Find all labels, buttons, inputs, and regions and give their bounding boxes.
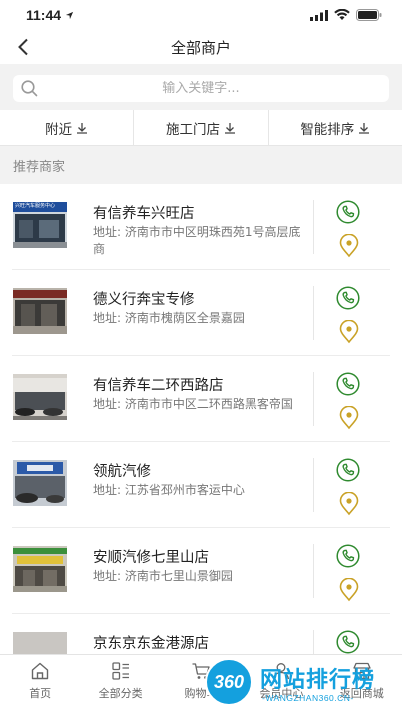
shop-row[interactable]: 领航汽修 地址: 江苏省邳州市客运中心 (0, 442, 402, 528)
filter-nearby[interactable]: 附近 (0, 110, 135, 145)
shop-name: 德义行奔宝专修 (93, 292, 195, 308)
shop-address: 地址: 济南市槐荫区全景嘉园 (93, 311, 245, 325)
search-icon (21, 80, 38, 97)
page-title: 全部商户 (170, 38, 231, 57)
location-pin-icon[interactable] (338, 234, 360, 258)
divider (313, 200, 314, 254)
phone-icon[interactable] (336, 544, 360, 568)
tab-home[interactable]: 首页 (0, 655, 80, 716)
location-pin-icon[interactable] (338, 578, 360, 602)
arrow-down-icon (224, 122, 235, 134)
shop-row[interactable]: 安顺汽修七里山店 地址: 济南市七里山景御园 (0, 528, 402, 614)
tab-label: 首页 (29, 687, 52, 700)
shop-name: 有信养车兴旺店 (93, 206, 195, 222)
divider (313, 286, 314, 340)
status-indicators (310, 9, 382, 21)
shop-name: 领航汽修 (93, 464, 151, 480)
phone-icon[interactable] (336, 200, 360, 224)
wifi-icon (334, 9, 350, 20)
search-input[interactable] (13, 81, 389, 96)
phone-icon[interactable] (336, 286, 360, 310)
filter-bar: 附近 施工门店 智能排序 (0, 110, 402, 146)
arrow-down-icon (77, 122, 88, 134)
watermark-title: 网站排行榜 (260, 668, 376, 693)
location-pin-icon[interactable] (338, 492, 360, 516)
chevron-left-icon (18, 38, 28, 56)
shop-name: 安顺汽修七里山店 (93, 550, 209, 566)
shop-name: 有信养车二环西路店 (93, 378, 224, 394)
signal-icon (310, 9, 328, 21)
shop-name: 京东京东金港源店 (93, 636, 209, 652)
tab-all-categories[interactable]: 全部分类 (80, 655, 160, 716)
shop-address: 地址: 江苏省邳州市客运中心 (93, 483, 245, 497)
phone-icon[interactable] (336, 372, 360, 396)
status-time: 11:44 (26, 7, 74, 23)
status-bar: 11:44 (0, 0, 402, 30)
shop-photo (13, 374, 67, 420)
shop-photo (13, 288, 67, 334)
shop-row[interactable]: 兴旺汽车服务中心 有信养车兴旺店 地址: 济南市市中区明珠西苑1号高层底商 (0, 184, 402, 270)
filter-service-store[interactable]: 施工门店 (134, 110, 269, 145)
divider (313, 544, 314, 598)
shop-row[interactable]: 有信养车二环西路店 地址: 济南市市中区二环西路黑客帝国 (0, 356, 402, 442)
shop-address: 地址: 济南市市中区二环西路黑客帝国 (93, 397, 293, 411)
shop-address: 地址: 济南市七里山景御园 (93, 569, 233, 583)
phone-icon[interactable] (336, 458, 360, 482)
divider (313, 458, 314, 512)
home-icon (31, 662, 49, 680)
nav-bar: 全部商户 (0, 30, 402, 64)
phone-icon[interactable] (336, 630, 360, 654)
category-icon (111, 662, 129, 680)
shop-row[interactable]: 德义行奔宝专修 地址: 济南市槐荫区全景嘉园 (0, 270, 402, 356)
watermark-badge: 360 (205, 658, 253, 706)
tab-label: 全部分类 (98, 687, 143, 700)
battery-icon (356, 9, 382, 21)
location-arrow-icon (65, 11, 74, 19)
divider (313, 372, 314, 426)
shop-photo (13, 460, 67, 506)
watermark-subtitle: -WANGZHAN360.CN- (262, 693, 354, 703)
filter-smart-sort[interactable]: 智能排序 (269, 110, 402, 145)
back-button[interactable] (10, 34, 36, 60)
location-pin-icon[interactable] (338, 406, 360, 430)
shop-photo-sign: 兴旺汽车服务中心 (15, 203, 56, 209)
search-area (0, 64, 402, 110)
location-pin-icon[interactable] (338, 320, 360, 344)
watermark-logo: 360 网站排行榜 -WANGZHAN360.CN- (202, 652, 402, 716)
search-box[interactable] (13, 75, 389, 102)
shop-photo: 兴旺汽车服务中心 (13, 202, 67, 248)
shop-photo (13, 546, 67, 592)
shop-address: 地址: 济南市市中区明珠西苑1号高层底商 (93, 225, 301, 256)
section-title: 推荐商家 (0, 146, 402, 184)
arrow-down-icon (359, 122, 370, 134)
